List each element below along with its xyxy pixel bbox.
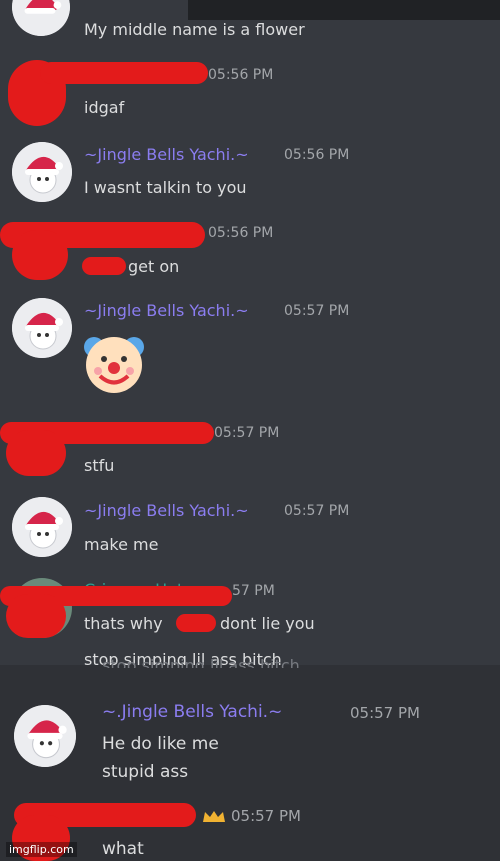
timestamp: 05:57 PM bbox=[284, 303, 350, 319]
crown-icon bbox=[202, 809, 226, 822]
message-text: He do like me bbox=[102, 734, 219, 754]
ghost-text-cut-off: stop simping lil ass bitch bbox=[102, 656, 300, 668]
avatar-santa-hat-icon bbox=[14, 705, 76, 767]
redaction-mark bbox=[12, 230, 68, 280]
avatar[interactable] bbox=[12, 497, 72, 557]
avatar[interactable] bbox=[12, 142, 72, 202]
redaction-mark bbox=[6, 430, 66, 476]
message-text: idgaf bbox=[84, 98, 125, 117]
timestamp: 05:57 PM bbox=[350, 704, 420, 722]
timestamp: 05:57 PM bbox=[284, 503, 350, 519]
redaction-mark bbox=[40, 62, 208, 84]
message-text: My middle name is a flower bbox=[84, 20, 305, 39]
redaction-mark bbox=[176, 614, 216, 632]
avatar-santa-hat-icon bbox=[12, 0, 70, 36]
imgflip-watermark: imgflip.com bbox=[6, 842, 77, 857]
avatar-santa-hat-icon bbox=[12, 497, 72, 557]
timestamp: 05:56 PM bbox=[208, 67, 274, 83]
redaction-mark bbox=[82, 257, 126, 275]
avatar[interactable] bbox=[12, 298, 72, 358]
timestamp: 05:56 PM bbox=[208, 225, 274, 241]
avatar[interactable] bbox=[14, 705, 76, 767]
overlaid-screenshot-panel: stop simping lil ass bitch ~.Jingle Bell… bbox=[0, 656, 500, 861]
clown-face-emoji-icon bbox=[80, 331, 148, 395]
timestamp: 05:56 PM bbox=[284, 147, 350, 163]
username[interactable]: ~Jingle Bells Yachi.~ bbox=[84, 145, 249, 164]
message-text: what bbox=[102, 839, 144, 859]
top-bar-dark-strip bbox=[188, 0, 500, 20]
username[interactable]: ~.Jingle Bells Yachi.~ bbox=[102, 702, 282, 722]
message-text: stupid ass bbox=[102, 762, 189, 782]
message-text-continued: dont lie you bbox=[220, 614, 315, 633]
timestamp: 57 PM bbox=[232, 583, 275, 599]
timestamp: 05:57 PM bbox=[231, 807, 301, 825]
message-text: get on bbox=[128, 257, 180, 276]
message-text: I wasnt talkin to you bbox=[84, 178, 247, 197]
message-text: thats why bbox=[84, 614, 163, 633]
message-text: stfu bbox=[84, 456, 115, 475]
message-text: make me bbox=[84, 535, 159, 554]
username[interactable]: ~Jingle Bells Yachi.~ bbox=[84, 501, 249, 520]
username[interactable]: ~Jingle Bells Yachi.~ bbox=[84, 301, 249, 320]
avatar[interactable] bbox=[12, 0, 70, 36]
avatar-santa-hat-icon bbox=[12, 142, 72, 202]
avatar-santa-hat-icon bbox=[12, 298, 72, 358]
redaction-mark bbox=[6, 594, 66, 638]
timestamp: 05:57 PM bbox=[214, 425, 280, 441]
